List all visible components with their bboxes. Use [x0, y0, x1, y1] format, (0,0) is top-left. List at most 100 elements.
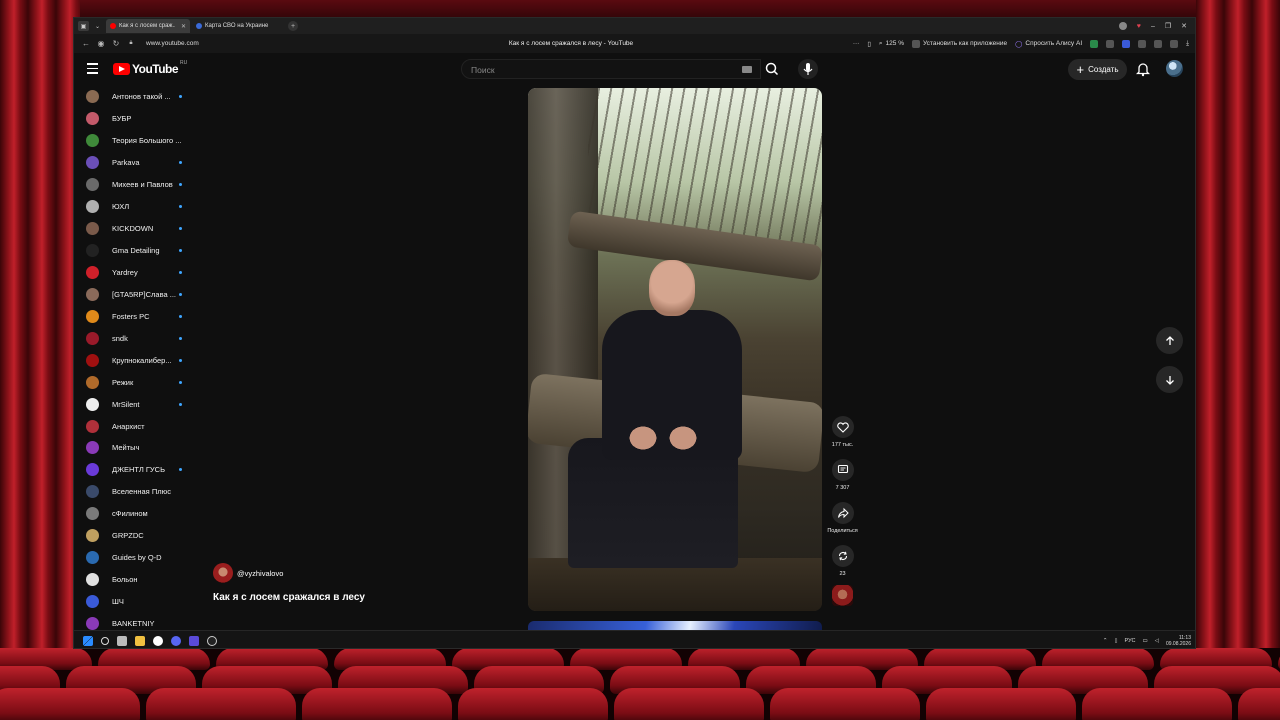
search-icon[interactable] [101, 636, 109, 645]
voice-search-button[interactable] [798, 59, 818, 79]
extension-icon[interactable] [1090, 39, 1099, 48]
sidebar-channel-item[interactable]: [GTA5RP]Слава ... [74, 283, 194, 305]
channel-avatar [86, 397, 99, 411]
chevron-up-icon[interactable]: ⌃ [1103, 638, 1108, 644]
zoom-indicator[interactable]: ⌕ 125 % [879, 40, 904, 48]
channel-avatar[interactable] [213, 563, 233, 583]
more-icon[interactable]: ··· [853, 40, 860, 47]
new-tab-icon[interactable]: + [288, 21, 298, 31]
network-icon[interactable]: ▭ [1143, 638, 1148, 644]
clock[interactable]: 11:13 09.08.2026 [1166, 635, 1191, 647]
extension-icon[interactable] [1122, 39, 1131, 48]
tab-map[interactable]: Карта СВО на Украине [192, 19, 282, 33]
search-button[interactable] [761, 59, 783, 79]
channel-handle[interactable]: @vyzhivalovo [237, 569, 283, 578]
url-field[interactable]: www.youtube.com [146, 40, 199, 47]
sidebar-channel-item[interactable]: ДЖЕНТЛ ГУСЬ [74, 459, 194, 481]
menu-icon[interactable] [87, 63, 98, 77]
windows-start-icon[interactable] [83, 635, 93, 646]
video-frame-person [649, 260, 695, 316]
microphone-tray-icon[interactable]: ▯ [1114, 638, 1117, 644]
share-button[interactable] [831, 502, 854, 524]
sidebar-channel-item[interactable]: сФилином [74, 503, 194, 525]
sidebar-channel-item[interactable]: Михеев и Павлов [74, 174, 194, 196]
search-input[interactable]: Поиск [461, 59, 761, 79]
task-view-icon[interactable] [117, 635, 127, 646]
reload-icon[interactable]: ↻ [110, 39, 122, 48]
previous-short-button[interactable] [1156, 327, 1183, 354]
youtube-logo[interactable]: YouTube RU [113, 60, 188, 76]
logo-region: RU [180, 60, 188, 66]
install-app-button[interactable]: Установить как приложение [911, 39, 1008, 48]
notifications-button[interactable] [1135, 61, 1151, 77]
microphone-icon [803, 63, 813, 75]
next-short-button[interactable] [1156, 366, 1183, 393]
sidebar-channel-item[interactable]: Yardrey [74, 262, 194, 284]
sidebar-channel-item[interactable]: ЮХЛ [74, 196, 194, 218]
language-indicator[interactable]: РУС [1125, 638, 1136, 644]
shorts-video-player[interactable] [528, 88, 822, 611]
back-icon[interactable]: ← [80, 39, 92, 48]
media-player-icon[interactable] [189, 635, 199, 646]
sidebar-channel-label: Антонов такой ... [112, 92, 171, 102]
account-avatar[interactable] [1166, 60, 1183, 77]
sidebar-channel-label: Мейтыч [112, 443, 140, 453]
obs-icon[interactable] [207, 635, 217, 646]
sidebar-channel-item[interactable]: Режик [74, 371, 194, 393]
sidebar-channel-item[interactable]: Guides by Q-D [74, 547, 194, 569]
restore-icon[interactable]: ❐ [1165, 22, 1171, 30]
close-window-icon[interactable]: ✕ [1181, 22, 1187, 30]
sidebar-channel-item[interactable]: Вселенная Плюс [74, 481, 194, 503]
sidebar-channel-item[interactable]: MrSilent [74, 393, 194, 415]
sidebar-channel-label: ДЖЕНТЛ ГУСЬ [112, 465, 166, 475]
extensions-icon[interactable] [1138, 39, 1147, 48]
sidebar-channel-item[interactable]: KICKDOWN [74, 218, 194, 240]
browser-window: ▣ ⌄ Как я с лосем сраж... ✕ Карта СВО на… [73, 17, 1196, 649]
install-label: Установить как приложение [922, 40, 1008, 47]
sidebar-channel-item[interactable]: Parkava [74, 152, 194, 174]
download-icon[interactable]: ⤓ [1186, 40, 1189, 48]
discord-icon[interactable] [171, 635, 181, 646]
sidebar-channel-item[interactable]: GRPZDC [74, 525, 194, 547]
remix-button[interactable] [831, 545, 854, 567]
video-title[interactable]: Как я с лосем сражался в лесу [213, 592, 365, 603]
sidebar-channel-item[interactable]: БУБР [74, 108, 194, 130]
tab-youtube[interactable]: Как я с лосем сраж... ✕ [106, 19, 190, 33]
volume-icon[interactable]: ◁ [1155, 638, 1159, 644]
tab-label: Как я с лосем сраж... [119, 23, 175, 29]
address-bar: ← ◉ ↻ 🔒︎ www.youtube.com Как я с лосем с… [74, 34, 1195, 53]
bookmark-icon[interactable]: ▯ [867, 40, 871, 48]
sidebar-channel-item[interactable]: Больон [74, 569, 194, 591]
like-button[interactable] [831, 416, 854, 438]
bookmarks-icon[interactable]: ♥ [1137, 23, 1141, 30]
sidebar-channel-item[interactable]: Теория Большого ... [74, 130, 194, 152]
minimize-icon[interactable]: – [1151, 23, 1155, 30]
sidebar-channel-item[interactable]: sndk [74, 327, 194, 349]
file-explorer-icon[interactable] [135, 635, 145, 646]
extension-icon[interactable] [1106, 39, 1115, 48]
forward-icon[interactable]: ◉ [95, 39, 107, 48]
create-button[interactable]: + Создать [1068, 59, 1127, 80]
channel-avatar [86, 265, 99, 279]
sidebar-channel-label: сФилином [112, 509, 148, 519]
keyboard-icon[interactable] [742, 66, 752, 73]
profile-icon[interactable] [1118, 22, 1127, 30]
sidebar-channel-item[interactable]: Мейтыч [74, 437, 194, 459]
collections-icon[interactable] [1154, 39, 1163, 48]
yandex-browser-icon[interactable] [153, 635, 163, 646]
sidebar-channel-item[interactable]: ШЧ [74, 591, 194, 613]
sidebar-channel-item[interactable]: Анархист [74, 415, 194, 437]
tabs-icon[interactable] [1170, 39, 1179, 48]
ask-alice-button[interactable]: ◯ Спросить Алису AI [1015, 40, 1082, 48]
sidebar-channel-item[interactable]: Gma Detailing [74, 240, 194, 262]
comments-button[interactable] [831, 459, 854, 481]
sidebar-channel-item[interactable]: Крупнокалибер... [74, 349, 194, 371]
sidebar-channel-item[interactable]: Fosters PC [74, 305, 194, 327]
sidebar-channel-label: Yardrey [112, 267, 138, 277]
close-tab-icon[interactable]: ✕ [181, 23, 186, 30]
sidebar-channel-label: Guides by Q-D [112, 553, 162, 563]
chevron-down-icon[interactable]: ⌄ [92, 21, 103, 31]
channel-thumbnail[interactable] [832, 585, 853, 606]
tab-list-icon[interactable]: ▣ [78, 21, 89, 31]
sidebar-channel-item[interactable]: Антонов такой ... [74, 86, 194, 108]
